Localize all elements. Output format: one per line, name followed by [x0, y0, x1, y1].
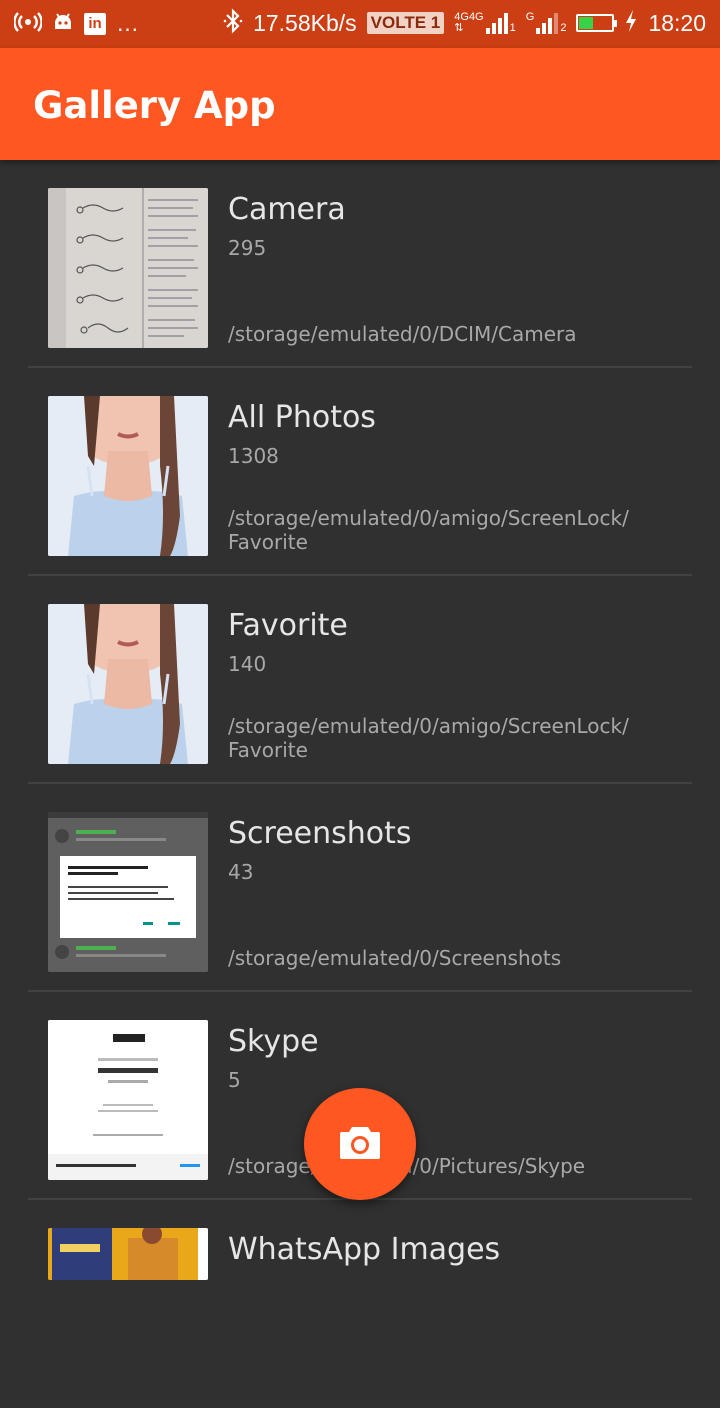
album-count: 5 [228, 1068, 241, 1092]
app-bar: Gallery App [0, 48, 720, 160]
sim1-label: 1 [509, 22, 516, 34]
album-name: Screenshots [228, 816, 412, 851]
album-thumbnail [48, 188, 208, 348]
album-path: /storage/emulated/0/Pictures/Skype [228, 1154, 668, 1178]
network-type-label: 4G [468, 11, 484, 23]
clock: 18:20 [648, 9, 706, 36]
album-path: /storage/emulated/0/DCIM/Camera [228, 322, 577, 346]
album-count: 43 [228, 860, 254, 884]
camera-icon [338, 1123, 382, 1165]
battery-icon [576, 14, 618, 32]
network-speed: 17.58Kb/s [253, 9, 357, 36]
album-item-favorite[interactable]: Favorite 140 /storage/emulated/0/amigo/S… [0, 576, 720, 784]
album-name: WhatsApp Images [228, 1232, 501, 1267]
album-name: Favorite [228, 608, 348, 643]
sim2-label: 2 [560, 22, 567, 34]
page-title: Gallery App [33, 84, 276, 127]
hotspot-icon [13, 11, 43, 37]
volte-badge: VOLTE 1 [366, 12, 445, 34]
camera-fab-button[interactable] [304, 1088, 416, 1200]
album-item-camera[interactable]: Camera 295 /storage/emulated/0/DCIM/Came… [0, 160, 720, 368]
album-name: All Photos [228, 400, 376, 435]
data-arrows-icon: ⇅ [454, 22, 464, 34]
network-type-label: G [525, 11, 535, 23]
album-item-all-photos[interactable]: All Photos 1308 /storage/emulated/0/amig… [0, 368, 720, 576]
album-item-whatsapp-images[interactable]: WhatsApp Images [0, 1200, 720, 1408]
charging-icon [624, 9, 638, 37]
signal-bars-icon [485, 12, 508, 34]
album-thumbnail [48, 604, 208, 764]
album-thumbnail [48, 812, 208, 972]
album-thumbnail [48, 396, 208, 556]
album-path: /storage/emulated/0/Screenshots [228, 946, 562, 970]
album-thumbnail [48, 1228, 208, 1280]
sim1-signal: 4G4G ⇅ 1 [454, 12, 516, 34]
album-thumbnail [48, 1020, 208, 1180]
album-path: /storage/emulated/0/amigo/ScreenLock/ Fa… [228, 714, 629, 762]
album-path: /storage/emulated/0/amigo/ScreenLock/ Fa… [228, 506, 629, 554]
status-bar: in … 17.58Kb/s VOLTE 1 4G4G ⇅ 1 G 2 18:2… [0, 0, 720, 48]
album-name: Camera [228, 192, 346, 227]
album-item-screenshots[interactable]: Screenshots 43 /storage/emulated/0/Scree… [0, 784, 720, 992]
bluetooth-icon [223, 8, 243, 38]
signal-bars-icon [536, 12, 559, 34]
album-count: 140 [228, 652, 267, 676]
sim2-signal: G 2 [525, 11, 567, 34]
overflow-notifications-icon: … [116, 10, 139, 36]
linkedin-icon: in [84, 12, 106, 35]
album-count: 1308 [228, 444, 279, 468]
album-name: Skype [228, 1024, 319, 1059]
android-icon [52, 11, 74, 37]
album-count: 295 [228, 236, 267, 260]
